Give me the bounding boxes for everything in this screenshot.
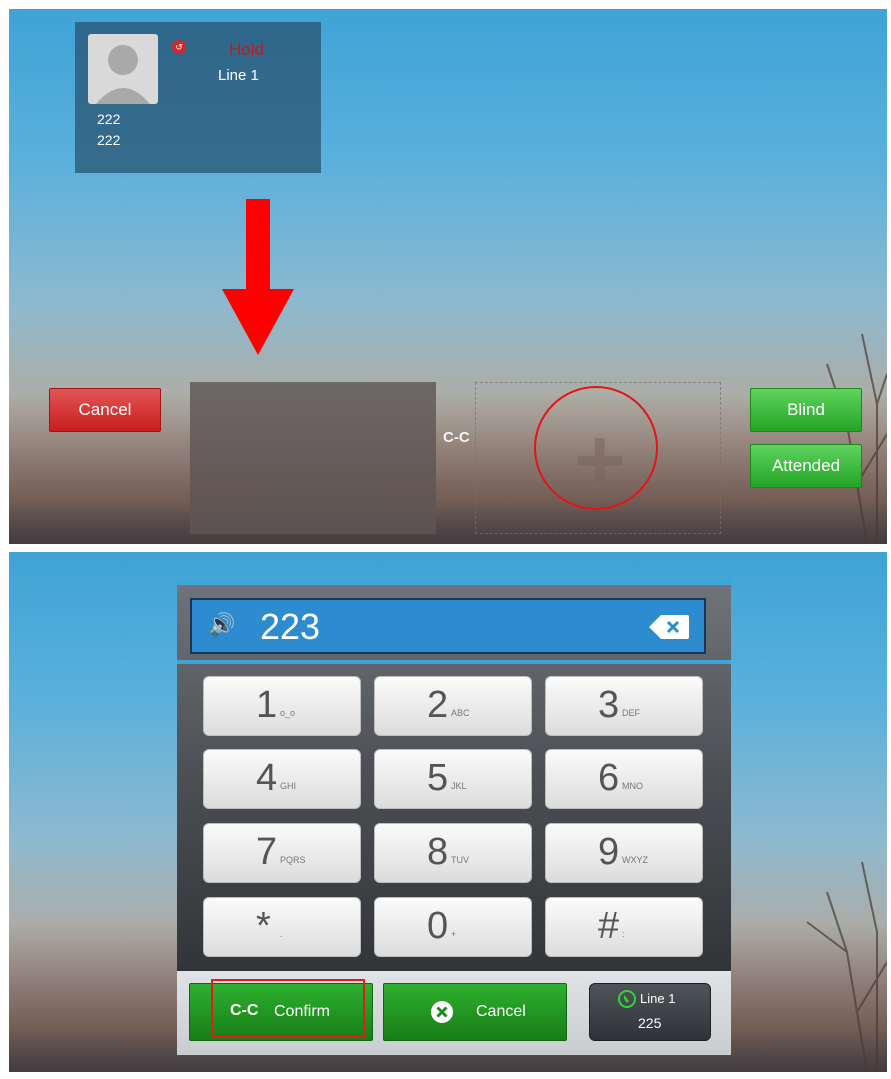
dial-input-bar[interactable]: 🔊 223 — [190, 598, 706, 654]
key-3[interactable]: 3 DEF — [545, 676, 703, 736]
line-label: Line 1 — [640, 991, 676, 1006]
contact-name: 222 — [97, 111, 121, 127]
held-call-card[interactable]: ↺ Hold Line 1 222 222 — [75, 22, 321, 173]
key-9[interactable]: 9 WXYZ — [545, 823, 703, 883]
contact-number: 222 — [97, 132, 121, 148]
transfer-screen: ↺ Hold Line 1 222 222 Cancel C-C + Blind… — [9, 9, 887, 544]
down-arrow-annotation — [222, 199, 294, 355]
avatar — [88, 34, 158, 104]
key-7[interactable]: 7 PQRS — [203, 823, 361, 883]
line-number: 225 — [638, 1015, 662, 1031]
highlight-circle-annotation — [534, 386, 658, 510]
key-1[interactable]: 1 o_o — [203, 676, 361, 736]
phone-icon — [618, 990, 636, 1008]
attended-transfer-button[interactable]: Attended — [750, 444, 862, 488]
transfer-source-slot[interactable] — [190, 382, 436, 534]
blind-transfer-button[interactable]: Blind — [750, 388, 862, 432]
line-select-button[interactable]: Line 1 225 — [589, 983, 711, 1041]
key-star[interactable]: * . — [203, 897, 361, 957]
key-6[interactable]: 6 MNO — [545, 749, 703, 809]
speaker-icon[interactable]: 🔊 — [208, 612, 235, 638]
key-8[interactable]: 8 TUV — [374, 823, 532, 883]
highlight-box-annotation — [211, 979, 365, 1038]
dialer-screen: 🔊 223 1 o_o 2 ABC 3 DEF 4 GHI 5 JKL 6 MN… — [9, 552, 887, 1072]
hold-status-icon: ↺ — [172, 40, 186, 54]
transfer-icon: C-C — [443, 429, 470, 446]
key-4[interactable]: 4 GHI — [203, 749, 361, 809]
key-0[interactable]: 0 + — [374, 897, 532, 957]
call-status: Hold — [229, 40, 264, 59]
cancel-label: Cancel — [476, 1003, 526, 1020]
person-icon — [96, 45, 150, 104]
divider — [177, 660, 731, 664]
call-line: Line 1 — [218, 67, 259, 84]
close-circle-icon — [431, 1001, 453, 1023]
key-5[interactable]: 5 JKL — [374, 749, 532, 809]
dialed-number[interactable]: 223 — [260, 606, 320, 648]
tree-branches-decoration — [806, 861, 887, 1072]
key-2[interactable]: 2 ABC — [374, 676, 532, 736]
key-hash[interactable]: # : — [545, 897, 703, 957]
tree-branches-decoration — [786, 333, 887, 544]
cancel-button[interactable]: Cancel — [383, 983, 567, 1041]
cancel-button[interactable]: Cancel — [49, 388, 161, 432]
backspace-icon[interactable] — [649, 615, 689, 639]
